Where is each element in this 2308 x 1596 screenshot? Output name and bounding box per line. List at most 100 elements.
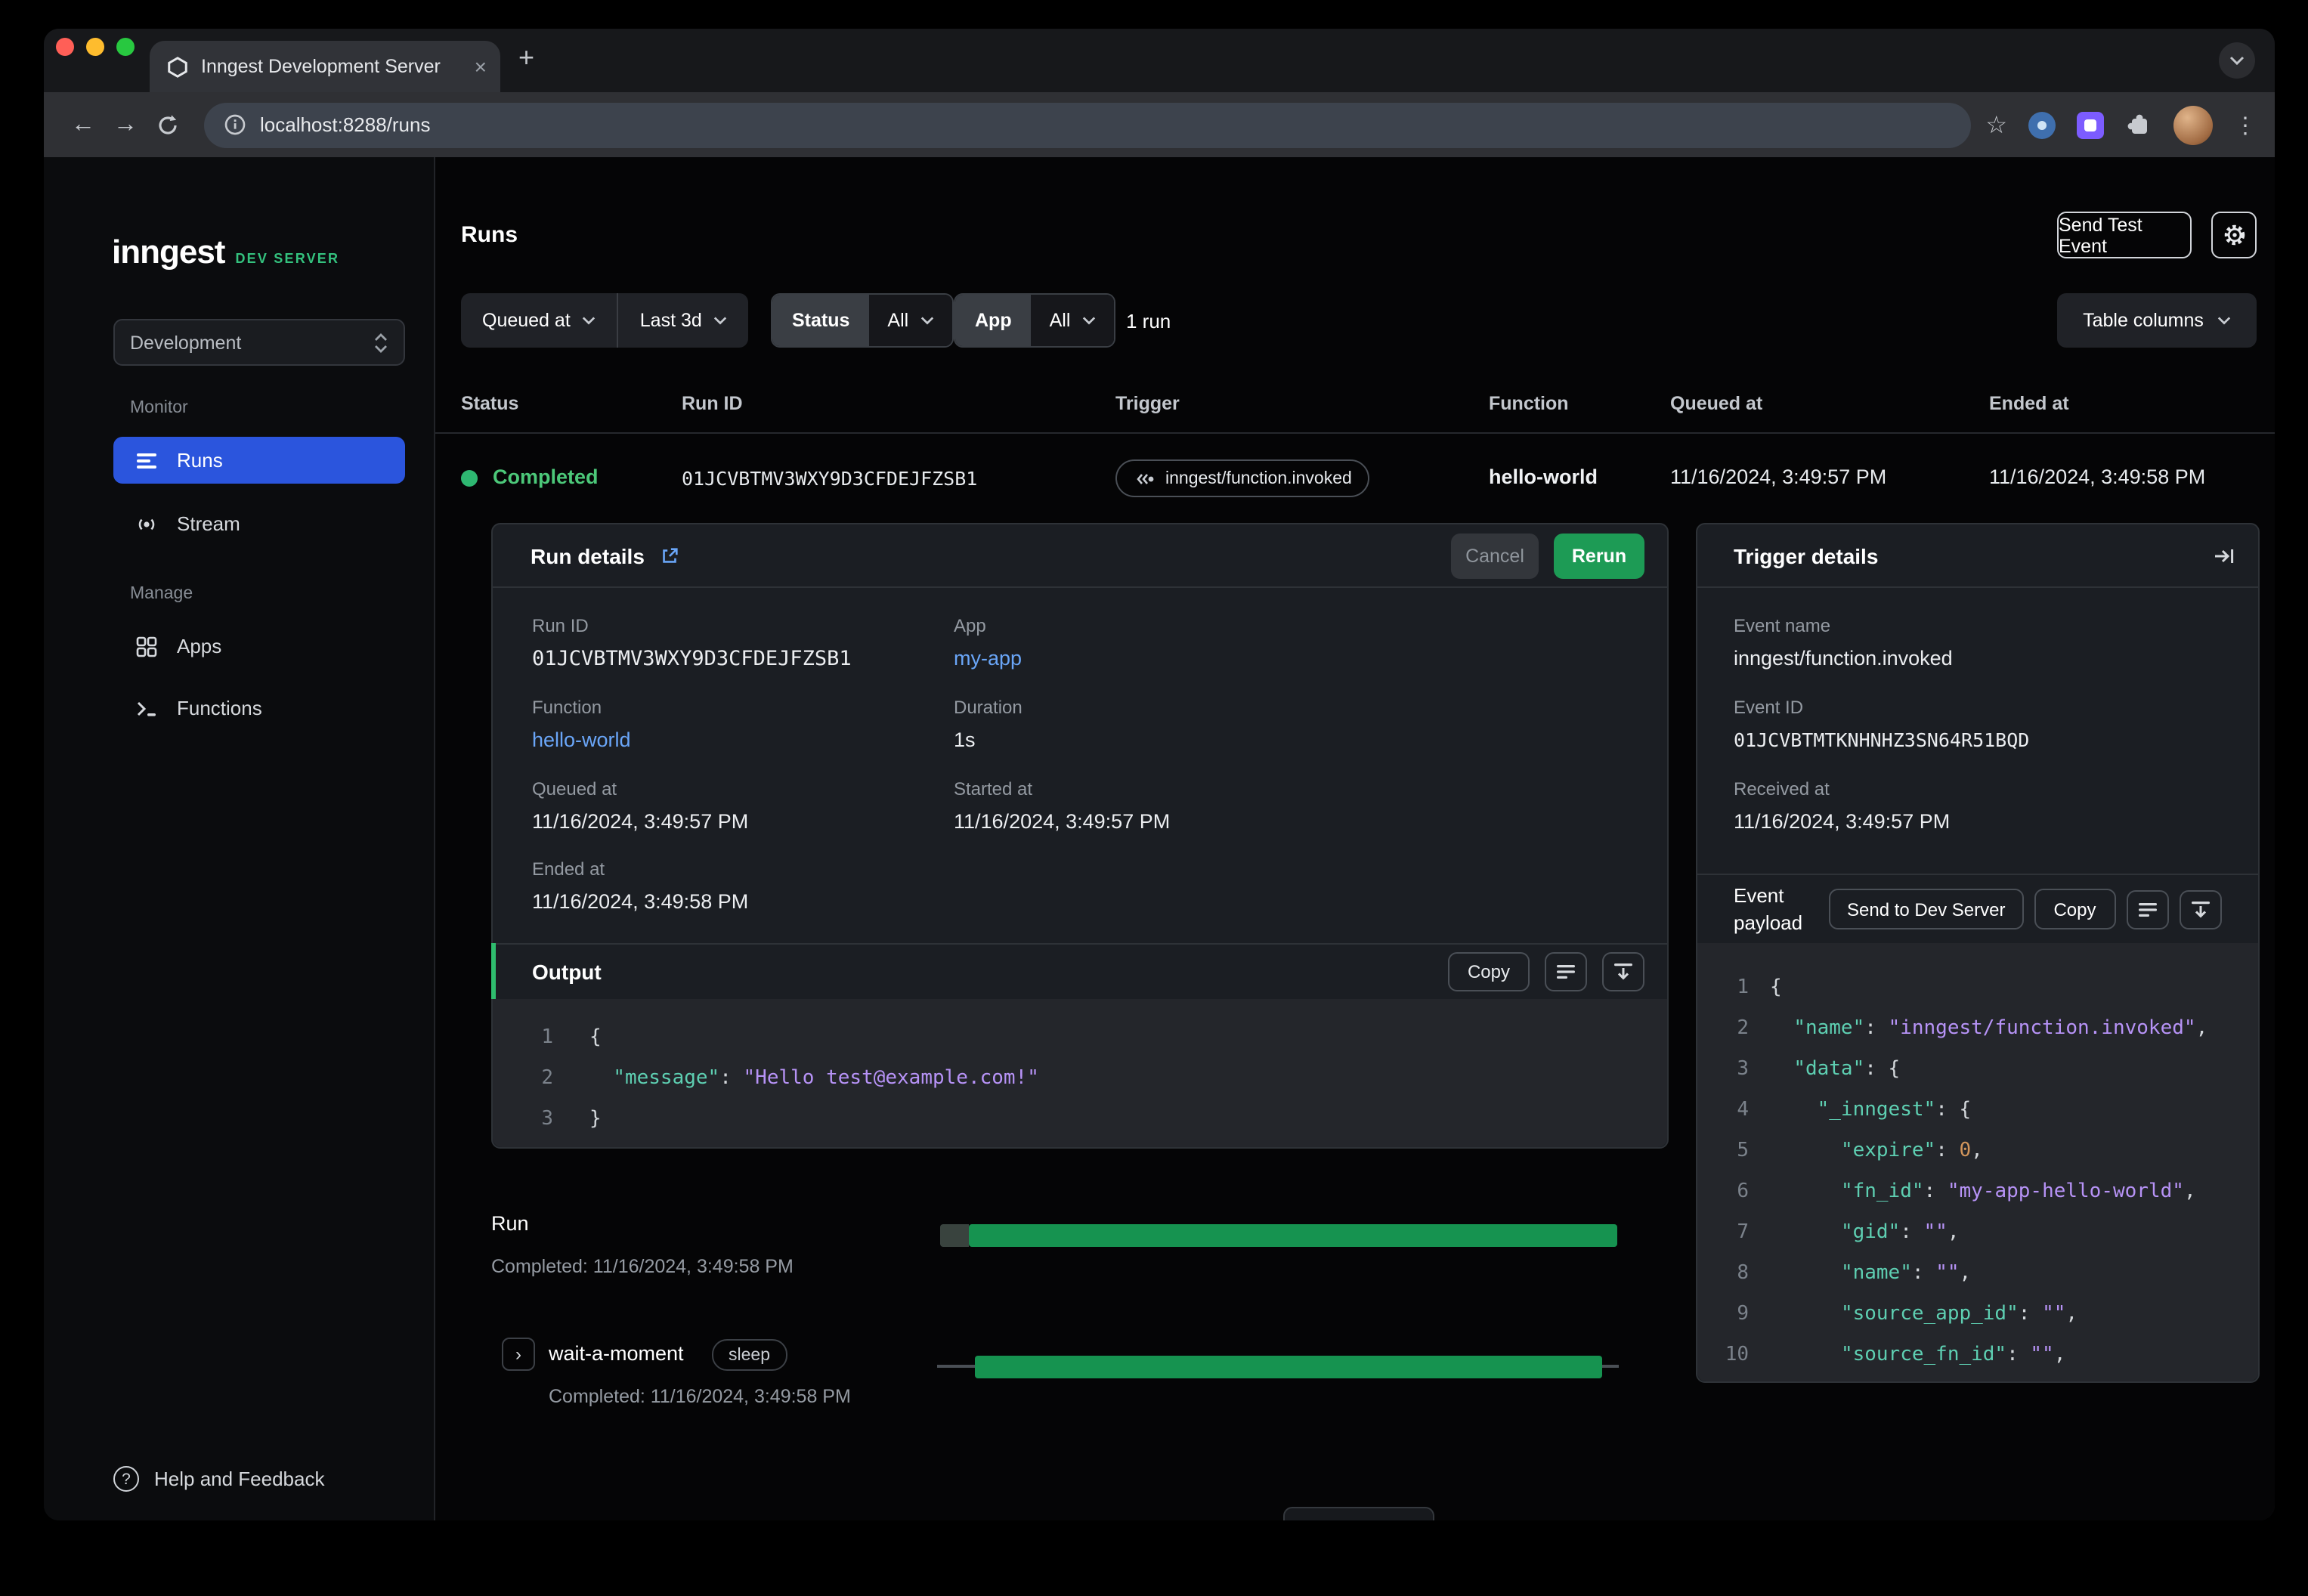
- field-queued-at: Queued at 11/16/2024, 3:49:57 PM: [532, 778, 748, 833]
- window-close-button[interactable]: [56, 38, 74, 56]
- wrap-lines-icon[interactable]: [1545, 952, 1587, 991]
- section-label-monitor: Monitor: [130, 399, 188, 417]
- run-queue-segment: [940, 1224, 969, 1247]
- environment-select[interactable]: Development: [113, 319, 405, 366]
- chevron-up-down-icon: [375, 332, 387, 352]
- chevron-down-icon: [583, 317, 596, 325]
- window-minimize-button[interactable]: [86, 38, 104, 56]
- address-bar[interactable]: localhost:8288/runs: [204, 102, 1971, 147]
- tab-search-icon[interactable]: [2219, 42, 2255, 79]
- send-test-event-button[interactable]: Send Test Event: [2057, 212, 2192, 258]
- field-value: 01JCVBTMTKNHNHZ3SN64R51BQD: [1734, 728, 2030, 751]
- browser-window: Inngest Development Server × + ← → local…: [44, 29, 2275, 1520]
- trigger-details-header: Trigger details: [1697, 524, 2258, 588]
- code-line: 5 "expire": 0,: [1737, 1140, 1983, 1162]
- sidebar-item-label: Stream: [177, 512, 240, 535]
- app-link[interactable]: my-app: [954, 647, 1022, 670]
- table-columns-label: Table columns: [2083, 310, 2204, 331]
- field-value: 1s: [954, 728, 976, 751]
- sidebar-item-functions[interactable]: Functions: [113, 685, 405, 732]
- function-cell: hello-world: [1489, 466, 1598, 488]
- output-copy-button[interactable]: Copy: [1447, 952, 1530, 991]
- field-label: Received at: [1734, 778, 1830, 800]
- column-header-ended-at: Ended at: [1989, 393, 2069, 414]
- run-progress-bar[interactable]: [969, 1224, 1617, 1247]
- table-row[interactable]: Completed 01JCVBTMV3WXY9D3CFDEJFZSB1 inn…: [435, 434, 2275, 521]
- column-header-status: Status: [461, 393, 519, 414]
- step-progress-bar[interactable]: [975, 1356, 1602, 1378]
- app-filter-value[interactable]: All: [1031, 295, 1115, 346]
- new-tab-button[interactable]: +: [518, 42, 534, 74]
- output-title: Output: [532, 960, 602, 984]
- trigger-pill[interactable]: inngest/function.invoked: [1115, 459, 1370, 497]
- event-icon: [1137, 473, 1154, 484]
- code-line: 7 "gid": "",: [1737, 1221, 1960, 1244]
- status-dot: [461, 470, 478, 487]
- browser-badge-icon[interactable]: [2028, 111, 2056, 138]
- site-info-icon[interactable]: [224, 113, 246, 136]
- field-value: 01JCVBTMV3WXY9D3CFDEJFZSB1: [532, 647, 852, 671]
- scroll-to-bottom-icon[interactable]: [2179, 889, 2222, 929]
- profile-avatar[interactable]: [2173, 105, 2213, 144]
- event-payload-code-block[interactable]: 1{2 "name": "inngest/function.invoked", 3…: [1697, 943, 2258, 1381]
- scroll-to-bottom-icon[interactable]: [1602, 952, 1644, 991]
- timeline-zoom-control[interactable]: [1283, 1507, 1434, 1520]
- field-label: App: [954, 615, 986, 636]
- settings-gear-button[interactable]: [2211, 212, 2257, 258]
- code-line: 9 "source_app_id": "",: [1737, 1303, 2078, 1325]
- payload-copy-button[interactable]: Copy: [2034, 889, 2116, 929]
- sidebar-item-label: Apps: [177, 635, 222, 657]
- code-line: 2 "message": "Hello test@example.com!": [541, 1067, 1039, 1090]
- sidebar-item-runs[interactable]: Runs: [113, 437, 405, 484]
- dev-server-badge: DEV SERVER: [235, 251, 340, 266]
- field-duration: Duration 1s: [954, 697, 1023, 751]
- logo: inngest DEV SERVER: [112, 233, 339, 272]
- section-label-manage: Manage: [130, 585, 193, 603]
- send-to-dev-server-button[interactable]: Send to Dev Server: [1829, 889, 2024, 929]
- time-range-filter[interactable]: Last 3d: [617, 293, 749, 348]
- browser-tab[interactable]: Inngest Development Server ×: [150, 41, 500, 92]
- tab-close-icon[interactable]: ×: [475, 56, 487, 77]
- help-and-feedback[interactable]: ? Help and Feedback: [113, 1466, 325, 1492]
- rerun-button[interactable]: Rerun: [1554, 533, 1644, 578]
- external-link-icon[interactable]: [660, 545, 681, 566]
- field-function: Function hello-world: [532, 697, 631, 751]
- main-content: Runs Send Test Event Queued at Last 3d S…: [435, 157, 2275, 1520]
- window-zoom-button[interactable]: [116, 38, 135, 56]
- field-label: Ended at: [532, 858, 605, 880]
- url-text[interactable]: localhost:8288/runs: [260, 113, 431, 136]
- forward-icon[interactable]: →: [104, 102, 147, 147]
- filter-group-time: Queued at Last 3d: [461, 293, 749, 348]
- collapse-panel-icon[interactable]: [2213, 545, 2235, 566]
- back-icon[interactable]: ←: [62, 102, 104, 147]
- browser-menu-icon[interactable]: ⋮: [2234, 111, 2257, 138]
- extensions-puzzle-icon[interactable]: [2125, 111, 2152, 138]
- code-line: 2 "name": "inngest/function.invoked",: [1737, 1017, 2208, 1040]
- field-value: 11/16/2024, 3:49:57 PM: [532, 810, 749, 833]
- wrap-lines-icon[interactable]: [2126, 889, 2169, 929]
- sidebar-item-apps[interactable]: Apps: [113, 623, 405, 670]
- event-payload-title: Event payload: [1734, 883, 1803, 933]
- field-label: Queued at: [532, 778, 617, 800]
- app-filter-selected: All: [1049, 310, 1071, 331]
- table-columns-button[interactable]: Table columns: [2057, 293, 2257, 348]
- queued-at-filter[interactable]: Queued at: [461, 293, 617, 348]
- sidebar-item-stream[interactable]: Stream: [113, 500, 405, 547]
- function-link[interactable]: hello-world: [532, 728, 631, 751]
- status-filter-value[interactable]: All: [869, 295, 953, 346]
- reload-icon[interactable]: [147, 102, 189, 147]
- sidebar-item-label: Runs: [177, 449, 223, 472]
- column-header-queued-at: Queued at: [1670, 393, 1763, 414]
- pinned-extension-icon[interactable]: [2077, 111, 2104, 138]
- output-accent-bar: [491, 943, 496, 999]
- output-code-block[interactable]: 1{2 "message": "Hello test@example.com!"…: [493, 999, 1667, 1147]
- field-label: Function: [532, 697, 602, 718]
- cancel-button[interactable]: Cancel: [1451, 533, 1539, 578]
- field-value: 11/16/2024, 3:49:57 PM: [954, 810, 1171, 833]
- time-range-value: Last 3d: [639, 310, 702, 331]
- help-icon: ?: [113, 1466, 139, 1492]
- bookmark-star-icon[interactable]: ☆: [1985, 110, 2007, 140]
- code-line: 6 "fn_id": "my-app-hello-world",: [1737, 1180, 2196, 1203]
- step-expand-chevron[interactable]: ›: [502, 1338, 535, 1371]
- page-title: Runs: [461, 222, 518, 248]
